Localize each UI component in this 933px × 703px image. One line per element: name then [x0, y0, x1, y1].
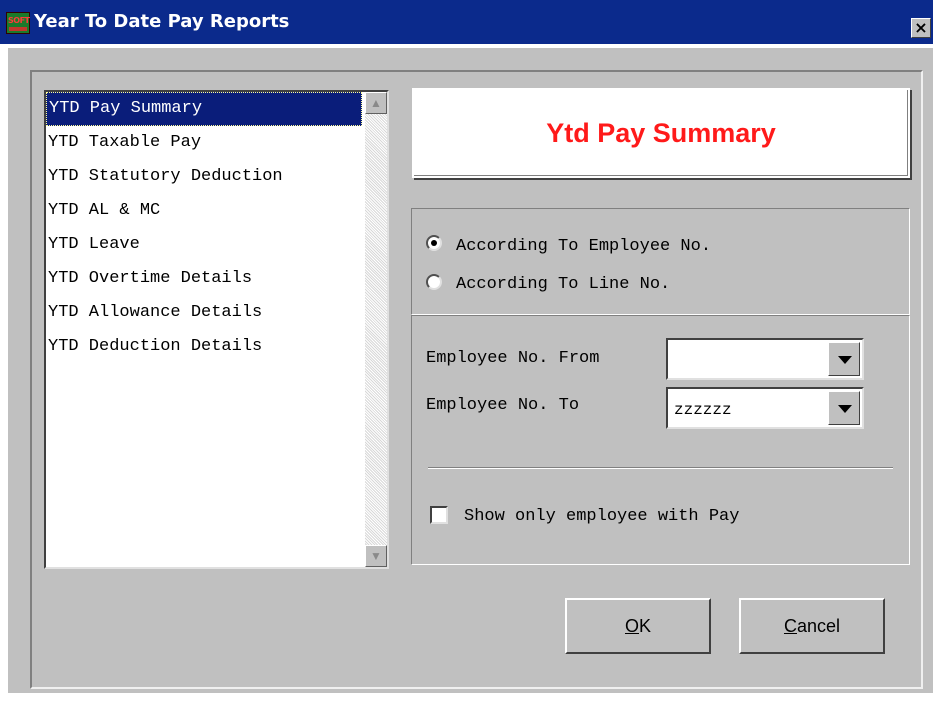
report-title-banner: Ytd Pay Summary: [412, 88, 910, 178]
cancel-button[interactable]: Cancel: [739, 598, 885, 654]
radio-line-no[interactable]: [426, 274, 442, 290]
report-title-text: Ytd Pay Summary: [546, 118, 776, 148]
employee-no-to-label: Employee No. To: [426, 396, 580, 415]
ok-button[interactable]: OK: [565, 598, 711, 654]
sort-order-group: According To Employee No. According To L…: [411, 208, 910, 315]
list-item-ytd-deduction-details[interactable]: YTD Deduction Details: [46, 330, 362, 364]
radio-selected-dot-icon: [431, 240, 437, 246]
list-scrollbar[interactable]: ▲ ▼: [365, 92, 387, 567]
list-item-ytd-pay-summary[interactable]: YTD Pay Summary: [46, 92, 362, 126]
cancel-button-mnemonic: C: [783, 616, 797, 636]
employee-no-to-dropdown-button[interactable]: [828, 391, 860, 425]
filter-group: Employee No. From Employee No. To zzzzzz…: [411, 315, 910, 565]
title-bar[interactable]: SOFT Year To Date Pay Reports ×: [0, 0, 933, 44]
scroll-up-button[interactable]: ▲: [365, 92, 387, 114]
employee-no-to-combo[interactable]: zzzzzz: [666, 387, 864, 429]
radio-employee-no-label[interactable]: According To Employee No.: [456, 237, 711, 256]
ok-button-label: K: [639, 616, 652, 636]
cancel-button-label: ancel: [796, 616, 841, 636]
report-list-items: YTD Pay Summary YTD Taxable Pay YTD Stat…: [46, 92, 362, 364]
app-logo-text: SOFT: [8, 16, 30, 25]
show-only-with-pay-checkbox[interactable]: [430, 506, 448, 524]
employee-no-to-value[interactable]: zzzzzz: [674, 401, 732, 419]
app-logo-bar: [9, 27, 27, 31]
employee-no-from-dropdown-button[interactable]: [828, 342, 860, 376]
list-item-ytd-taxable-pay[interactable]: YTD Taxable Pay: [46, 126, 362, 160]
dialog-window: SOFT Year To Date Pay Reports × YTD Pay …: [0, 0, 933, 703]
list-item-ytd-overtime-details[interactable]: YTD Overtime Details: [46, 262, 362, 296]
chevron-down-icon: [838, 405, 852, 413]
close-button[interactable]: ×: [911, 18, 931, 38]
close-icon: ×: [914, 18, 928, 37]
scroll-down-icon: ▼: [370, 549, 382, 563]
list-item-ytd-al-mc[interactable]: YTD AL & MC: [46, 194, 362, 228]
app-logo-icon: SOFT: [6, 12, 30, 34]
chevron-down-icon: [838, 356, 852, 364]
window-title: Year To Date Pay Reports: [34, 11, 290, 32]
separator-line: [428, 467, 893, 469]
list-item-ytd-statutory-deduction[interactable]: YTD Statutory Deduction: [46, 160, 362, 194]
employee-no-from-label: Employee No. From: [426, 349, 600, 368]
show-only-with-pay-label[interactable]: Show only employee with Pay: [464, 507, 739, 526]
report-list[interactable]: YTD Pay Summary YTD Taxable Pay YTD Stat…: [44, 90, 389, 569]
list-item-ytd-leave[interactable]: YTD Leave: [46, 228, 362, 262]
scroll-down-button[interactable]: ▼: [365, 545, 387, 567]
employee-no-from-combo[interactable]: [666, 338, 864, 380]
radio-employee-no[interactable]: [426, 235, 442, 251]
scroll-up-icon: ▲: [370, 96, 382, 110]
list-item-ytd-allowance-details[interactable]: YTD Allowance Details: [46, 296, 362, 330]
radio-line-no-label[interactable]: According To Line No.: [456, 275, 670, 294]
ok-button-mnemonic: O: [624, 616, 639, 636]
